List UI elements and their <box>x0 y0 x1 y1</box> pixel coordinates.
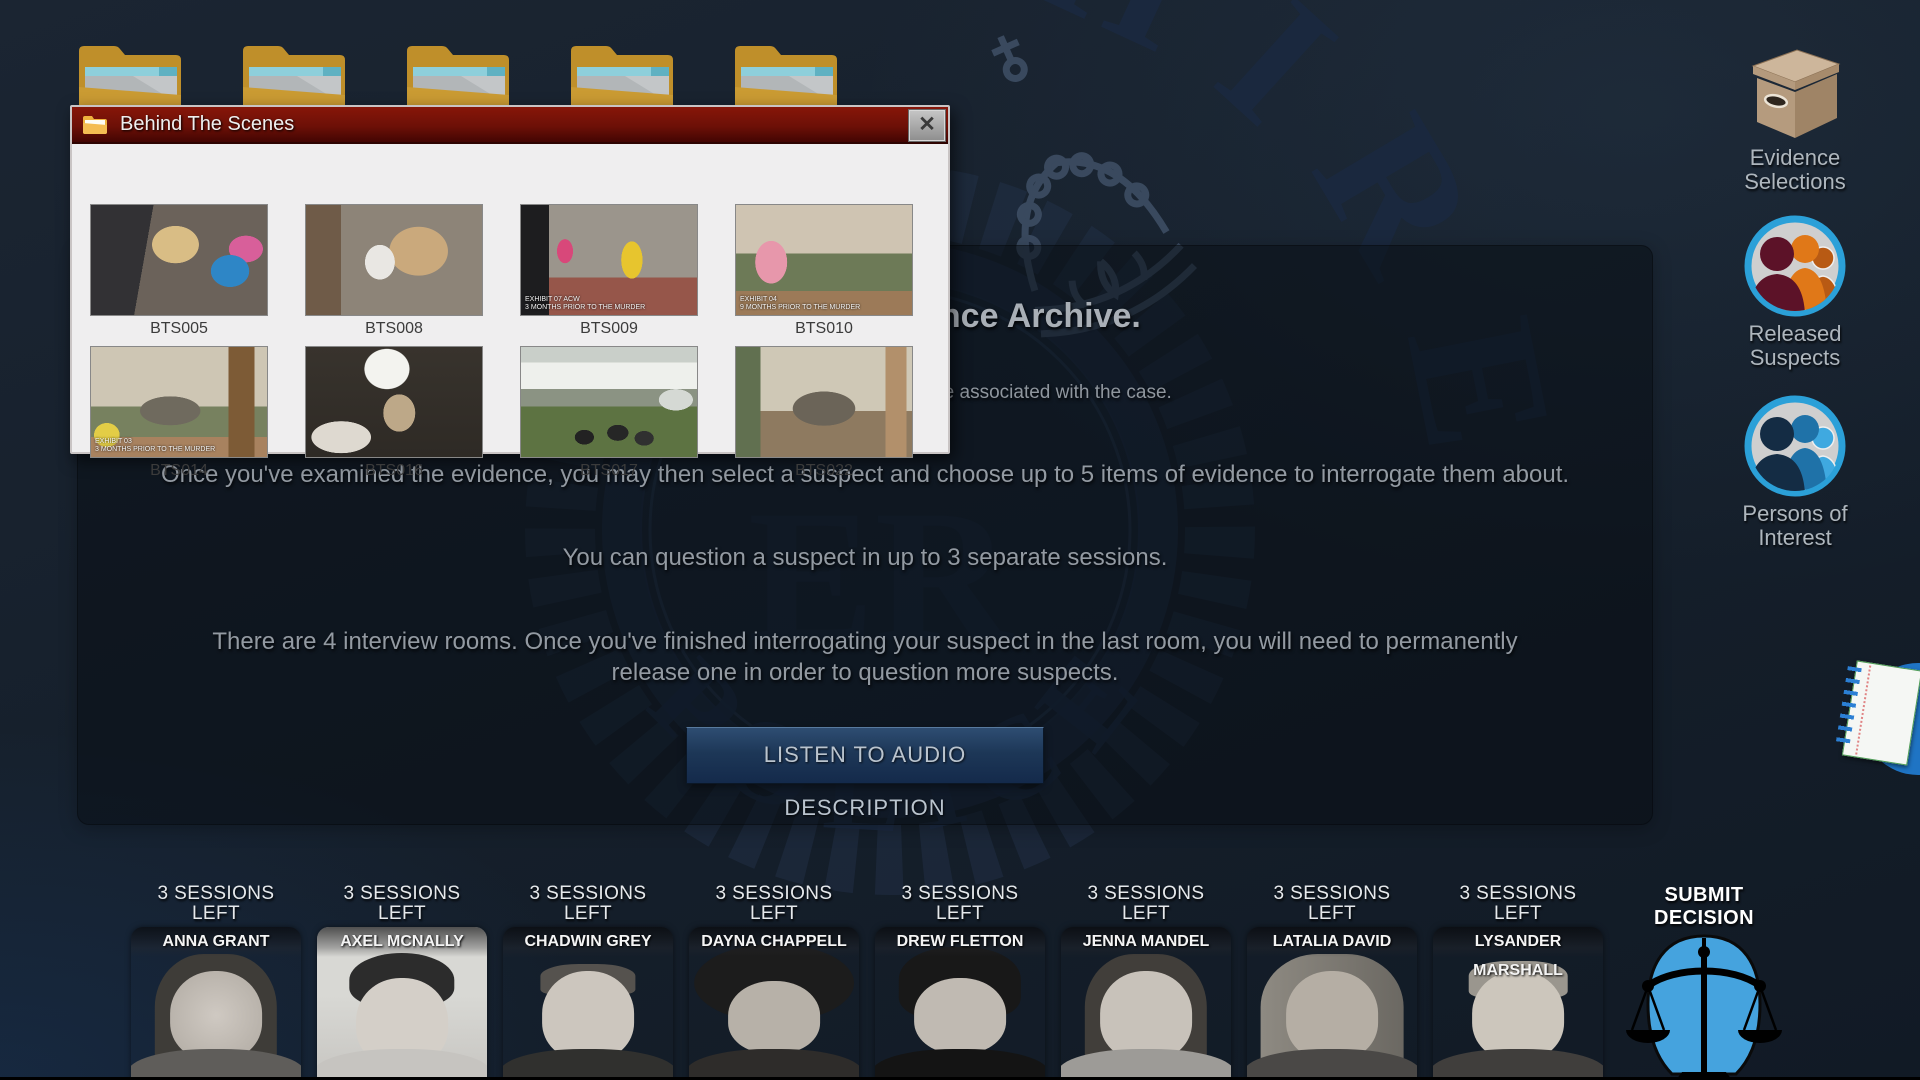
evidence-box-icon <box>1735 40 1855 140</box>
suspect-name: ANNA GRANT <box>131 927 301 957</box>
folder-icon[interactable] <box>403 37 513 115</box>
sessions-left-label: 3 SESSIONS LEFT <box>131 884 301 924</box>
thumbnail-image <box>305 346 483 458</box>
suspect-card-lysander-marshall[interactable]: 3 SESSIONS LEFT LYSANDER MARSHALL <box>1433 884 1603 1080</box>
evidence-selections-button[interactable]: Evidence Selections <box>1700 40 1890 194</box>
sessions-left-label: 3 SESSIONS LEFT <box>875 884 1045 924</box>
evidence-folder-row <box>75 37 841 115</box>
suspect-name: DAYNA CHAPPELL <box>689 927 859 957</box>
thumbnail-label: BTS016 <box>305 462 483 480</box>
behind-the-scenes-window: Behind The Scenes ✕ BTS005 BTS008 EXHIBI… <box>70 105 950 454</box>
window-titlebar: Behind The Scenes ✕ <box>72 107 948 144</box>
suspect-name: LATALIA DAVID <box>1247 927 1417 957</box>
suspect-card-chadwin-grey[interactable]: 3 SESSIONS LEFT CHADWIN GREY <box>503 884 673 1080</box>
close-button[interactable]: ✕ <box>908 109 946 142</box>
persons-of-interest-label: Persons of <box>1700 502 1890 526</box>
notepad-button[interactable] <box>1852 655 1920 785</box>
thumbnail-caption: EXHIBIT 07 ACW 3 MONTHS PRIOR TO THE MUR… <box>525 296 645 312</box>
folder-icon <box>82 114 108 135</box>
suspect-name: JENNA MANDEL <box>1061 927 1231 957</box>
persons-of-interest-label: Interest <box>1700 526 1890 550</box>
sessions-left-label: 3 SESSIONS LEFT <box>1433 884 1603 924</box>
listen-audio-description-button[interactable]: LISTEN TO AUDIO DESCRIPTION <box>686 727 1044 784</box>
sessions-left-label: 3 SESSIONS LEFT <box>1061 884 1231 924</box>
evidence-thumbnail-bts014[interactable]: EXHIBIT 03 3 MONTHS PRIOR TO THE MURDER … <box>90 346 268 480</box>
thumbnail-image: EXHIBIT 04 9 MONTHS PRIOR TO THE MURDER <box>735 204 913 316</box>
thumbnail-image <box>520 346 698 458</box>
suspect-name: DREW FLETTON <box>875 927 1045 957</box>
suspect-name: AXEL MCNALLY <box>317 927 487 957</box>
submit-decision-button[interactable]: SUBMIT DECISION <box>1622 884 1786 1080</box>
folder-icon[interactable] <box>75 37 185 115</box>
close-icon: ✕ <box>918 113 936 136</box>
evidence-thumbnail-bts010[interactable]: EXHIBIT 04 9 MONTHS PRIOR TO THE MURDER … <box>735 204 913 338</box>
window-title: Behind The Scenes <box>120 113 294 136</box>
persons-of-interest-button[interactable]: Persons of Interest <box>1700 394 1890 550</box>
thumbnail-image <box>90 204 268 316</box>
thumbnail-image <box>735 346 913 458</box>
thumbnail-label: BTS017 <box>520 462 698 480</box>
suspect-name: LYSANDER MARSHALL <box>1433 927 1603 957</box>
evidence-thumbnail-bts016[interactable]: BTS016 <box>305 346 483 480</box>
released-suspects-label: Released <box>1700 322 1890 346</box>
suspect-name: CHADWIN GREY <box>503 927 673 957</box>
evidence-thumbnail-bts022[interactable]: BTS022 <box>735 346 913 480</box>
sessions-left-label: 3 SESSIONS LEFT <box>503 884 673 924</box>
game-screen: SHIRE POLICE ER <box>0 0 1920 1080</box>
folder-icon[interactable] <box>567 37 677 115</box>
scales-of-justice-icon <box>1624 932 1784 1080</box>
evidence-thumbnail-bts017[interactable]: BTS017 <box>520 346 698 480</box>
folder-icon[interactable] <box>239 37 349 115</box>
evidence-thumbnail-bts005[interactable]: BTS005 <box>90 204 268 338</box>
released-suspects-button[interactable]: Released Suspects <box>1700 214 1890 370</box>
evidence-selections-label: Evidence <box>1700 146 1890 170</box>
notepad-icon <box>1842 660 1920 765</box>
thumbnail-label: BTS009 <box>520 320 698 338</box>
thumbnail-caption: EXHIBIT 04 9 MONTHS PRIOR TO THE MURDER <box>740 296 860 312</box>
thumbnail-caption: EXHIBIT 03 3 MONTHS PRIOR TO THE MURDER <box>95 438 215 454</box>
instruction-paragraph: There are 4 interview rooms. Once you've… <box>77 626 1653 688</box>
suspect-card-dayna-chappell[interactable]: 3 SESSIONS LEFT DAYNA CHAPPELL <box>689 884 859 1080</box>
thumbnail-label: BTS008 <box>305 320 483 338</box>
thumbnail-image <box>305 204 483 316</box>
thumbnail-image: EXHIBIT 07 ACW 3 MONTHS PRIOR TO THE MUR… <box>520 204 698 316</box>
thumbnail-label: BTS014 <box>90 462 268 480</box>
released-suspects-label: Suspects <box>1700 346 1890 370</box>
evidence-thumbnail-bts009[interactable]: EXHIBIT 07 ACW 3 MONTHS PRIOR TO THE MUR… <box>520 204 698 338</box>
sessions-left-label: 3 SESSIONS LEFT <box>689 884 859 924</box>
suspect-card-drew-fletton[interactable]: 3 SESSIONS LEFT DREW FLETTON <box>875 884 1045 1080</box>
thumbnail-label: BTS010 <box>735 320 913 338</box>
persons-of-interest-icon <box>1743 394 1847 498</box>
suspect-card-anna-grant[interactable]: 3 SESSIONS LEFT ANNA GRANT <box>131 884 301 1080</box>
submit-decision-label: SUBMIT DECISION <box>1622 884 1786 930</box>
folder-icon[interactable] <box>731 37 841 115</box>
sessions-left-label: 3 SESSIONS LEFT <box>317 884 487 924</box>
thumbnail-image: EXHIBIT 03 3 MONTHS PRIOR TO THE MURDER <box>90 346 268 458</box>
suspect-card-jenna-mandel[interactable]: 3 SESSIONS LEFT JENNA MANDEL <box>1061 884 1231 1080</box>
instruction-paragraph: You can question a suspect in up to 3 se… <box>77 542 1653 573</box>
evidence-thumbnail-bts008[interactable]: BTS008 <box>305 204 483 338</box>
released-suspects-icon <box>1743 214 1847 318</box>
thumbnail-label: BTS022 <box>735 462 913 480</box>
evidence-selections-label: Selections <box>1700 170 1890 194</box>
suspect-card-axel-mcnally[interactable]: 3 SESSIONS LEFT AXEL MCNALLY <box>317 884 487 1080</box>
sessions-left-label: 3 SESSIONS LEFT <box>1247 884 1417 924</box>
suspect-card-latalia-david[interactable]: 3 SESSIONS LEFT LATALIA DAVID <box>1247 884 1417 1080</box>
thumbnail-label: BTS005 <box>90 320 268 338</box>
